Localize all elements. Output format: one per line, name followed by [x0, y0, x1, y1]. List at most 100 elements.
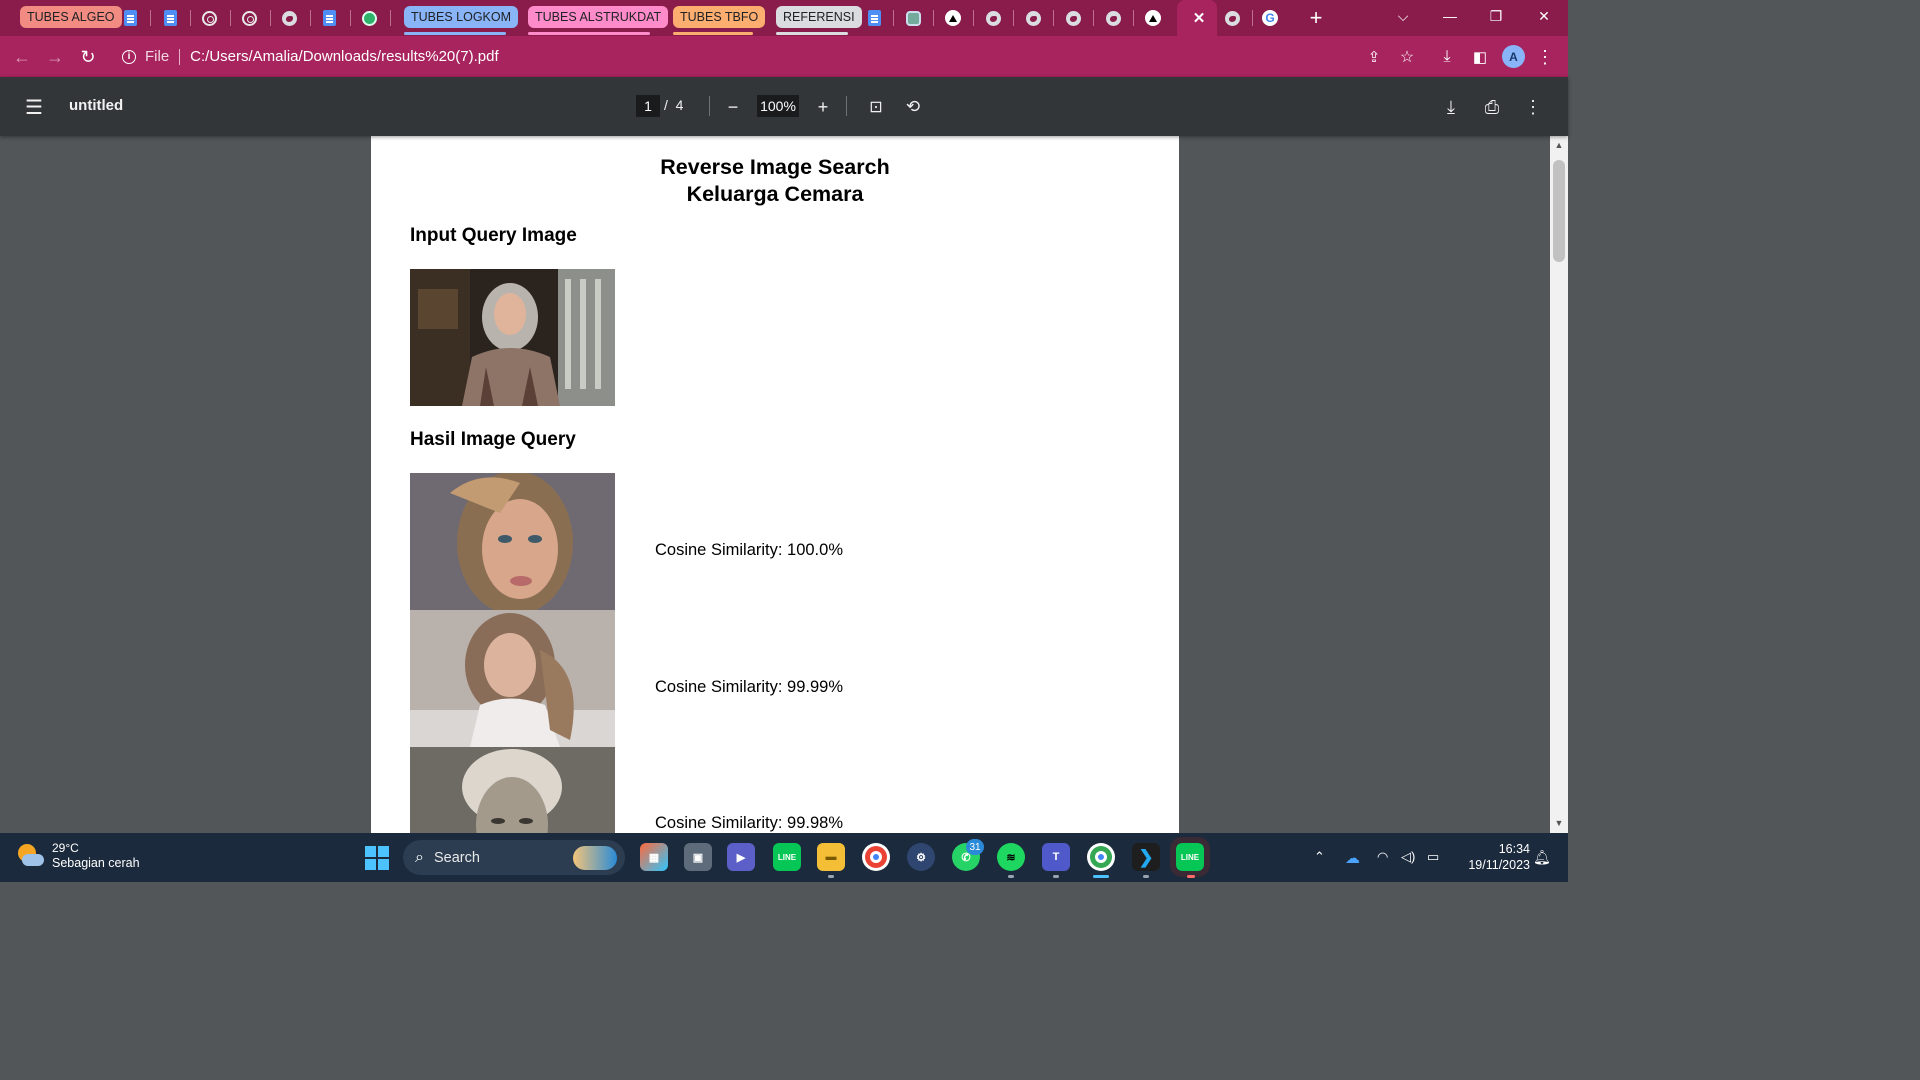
- teams-app[interactable]: T: [1042, 843, 1070, 871]
- sidebar-toggle-button[interactable]: ☰: [22, 95, 46, 119]
- pdf-download-button[interactable]: ⤓: [1439, 95, 1463, 119]
- side-panel-button[interactable]: ◧: [1467, 44, 1493, 70]
- tab-web-3[interactable]: [1021, 0, 1045, 36]
- tab-group-logkom[interactable]: TUBES LOGKOM: [404, 6, 519, 28]
- restore-button[interactable]: ❐: [1473, 0, 1519, 32]
- clock[interactable]: 16:34 19/11/2023: [1452, 841, 1530, 873]
- tab-group-referensi[interactable]: REFERENSI: [776, 6, 862, 28]
- vercel-icon: [1145, 10, 1161, 26]
- info-icon[interactable]: i: [122, 49, 136, 64]
- tab-vercel-1[interactable]: [941, 0, 965, 36]
- share-button[interactable]: ⇪: [1361, 44, 1387, 70]
- tab-github[interactable]: [197, 0, 221, 36]
- tab-docs-4[interactable]: [862, 0, 886, 36]
- chrome-profile-app[interactable]: [1087, 843, 1115, 871]
- tab-search-button[interactable]: ⌵: [1380, 0, 1426, 32]
- gear-icon: ⚙: [916, 851, 926, 864]
- scroll-down-arrow[interactable]: ▼: [1550, 816, 1568, 830]
- profile-avatar[interactable]: A: [1502, 45, 1525, 68]
- scheme-label: File: [145, 48, 170, 65]
- bookmark-button[interactable]: ☆: [1394, 44, 1420, 70]
- task-view-app[interactable]: ▣: [684, 843, 712, 871]
- tab-google[interactable]: G: [1258, 0, 1282, 36]
- tab-web-4[interactable]: [1061, 0, 1085, 36]
- tab-web-2[interactable]: [981, 0, 1005, 36]
- globe-icon: [1224, 10, 1240, 26]
- forward-button[interactable]: →: [42, 44, 68, 70]
- battery-icon[interactable]: ▭: [1427, 849, 1439, 865]
- tab-docs-1[interactable]: [118, 0, 142, 36]
- bell-icon[interactable]: 🔔︎: [1533, 849, 1551, 866]
- print-button[interactable]: ⎙: [1480, 95, 1504, 119]
- reload-button[interactable]: ↻: [75, 44, 101, 70]
- wifi-icon[interactable]: ◠: [1377, 849, 1388, 865]
- scroll-thumb[interactable]: [1553, 160, 1565, 262]
- copilot-preview-app[interactable]: ▦: [640, 843, 668, 871]
- url-text[interactable]: C:/Users/Amalia/Downloads/results%20(7).…: [190, 48, 498, 65]
- tab-docs-2[interactable]: [158, 0, 182, 36]
- similarity-score: Cosine Similarity: 100.0%: [655, 541, 843, 559]
- print-icon: ⎙: [1484, 96, 1500, 117]
- zoom-out-button[interactable]: −: [721, 95, 745, 119]
- github-icon: [201, 10, 217, 26]
- tab-group-tbfo[interactable]: TUBES TBFO: [673, 6, 766, 28]
- minimize-button[interactable]: —: [1427, 0, 1473, 32]
- chevron-up-icon[interactable]: ⌃: [1314, 849, 1325, 865]
- downloads-button[interactable]: ⤓: [1434, 44, 1460, 70]
- line-app-active[interactable]: LINE: [1170, 837, 1210, 877]
- back-button[interactable]: ←: [9, 44, 35, 70]
- zoom-input[interactable]: 100%: [757, 95, 799, 117]
- folder-icon: ▬: [825, 851, 837, 863]
- page-number-input[interactable]: 1: [636, 95, 660, 117]
- teams-chat-app[interactable]: ▶: [727, 843, 755, 871]
- new-tab-button[interactable]: +: [1303, 0, 1329, 36]
- tab-web-5[interactable]: [1101, 0, 1125, 36]
- chrome-app[interactable]: [862, 843, 890, 871]
- star-icon: ☆: [1399, 49, 1415, 66]
- close-tab-button[interactable]: ✕: [1187, 0, 1211, 36]
- tab-green-app[interactable]: [357, 0, 381, 36]
- line-icon: LINE: [777, 852, 797, 862]
- docs-icon: [322, 10, 336, 26]
- query-image: [410, 269, 615, 406]
- weather-widget[interactable]: 29°C Sebagian cerah: [16, 841, 140, 871]
- search-icon: ⌕: [415, 848, 424, 866]
- file-explorer-app[interactable]: ▬: [817, 843, 845, 871]
- scrollbar[interactable]: ▲ ▼: [1550, 136, 1568, 833]
- vercel-icon: [945, 10, 961, 26]
- close-window-button[interactable]: ✕: [1521, 0, 1567, 32]
- tab-group-algeo[interactable]: TUBES ALGEO: [20, 6, 122, 28]
- partly-sunny-icon: [16, 842, 44, 870]
- volume-icon[interactable]: ◁): [1401, 849, 1415, 865]
- scroll-up-arrow[interactable]: ▲: [1550, 138, 1568, 152]
- taskbar-search[interactable]: ⌕ Search: [403, 840, 625, 875]
- tab-web-6[interactable]: [1220, 0, 1244, 36]
- tab-chatgpt-2[interactable]: [901, 0, 925, 36]
- address-bar[interactable]: i File C:/Users/Amalia/Downloads/results…: [112, 41, 1360, 72]
- onedrive-icon[interactable]: ☁: [1345, 849, 1360, 867]
- globe-icon: [281, 10, 297, 26]
- start-button[interactable]: [365, 846, 389, 870]
- globe-icon: [1065, 10, 1081, 26]
- taskbar: 29°C Sebagian cerah ⌕ Search ▦ ▣ ▶ LINE …: [0, 833, 1568, 882]
- vscode-app[interactable]: ❯: [1132, 843, 1160, 871]
- tab-group-alstrukdat[interactable]: TUBES ALSTRUKDAT: [528, 6, 669, 28]
- pdf-more-button[interactable]: ⋮: [1521, 95, 1545, 119]
- tab-chatgpt[interactable]: [237, 0, 261, 36]
- spotify-app[interactable]: ≋: [997, 843, 1025, 871]
- pdf-viewer[interactable]: Reverse Image Search Keluarga Cemara Inp…: [0, 136, 1568, 833]
- tab-docs-3[interactable]: [317, 0, 341, 36]
- page-total: / 4: [664, 97, 683, 113]
- download-icon: ⤓: [1443, 48, 1451, 65]
- browser-menu-button[interactable]: ⋮: [1532, 44, 1558, 70]
- tab-web-1[interactable]: [277, 0, 301, 36]
- settings-app[interactable]: ⚙: [907, 843, 935, 871]
- spotify-icon: ≋: [1006, 851, 1016, 864]
- line-app[interactable]: LINE: [773, 843, 801, 871]
- fit-page-button[interactable]: ⊡: [864, 95, 888, 119]
- zoom-in-button[interactable]: +: [811, 95, 835, 119]
- tab-vercel-2[interactable]: [1141, 0, 1165, 36]
- docs-icon: [123, 10, 137, 26]
- rotate-button[interactable]: ⟲: [901, 95, 925, 119]
- download-icon: ⤓: [1447, 96, 1455, 117]
